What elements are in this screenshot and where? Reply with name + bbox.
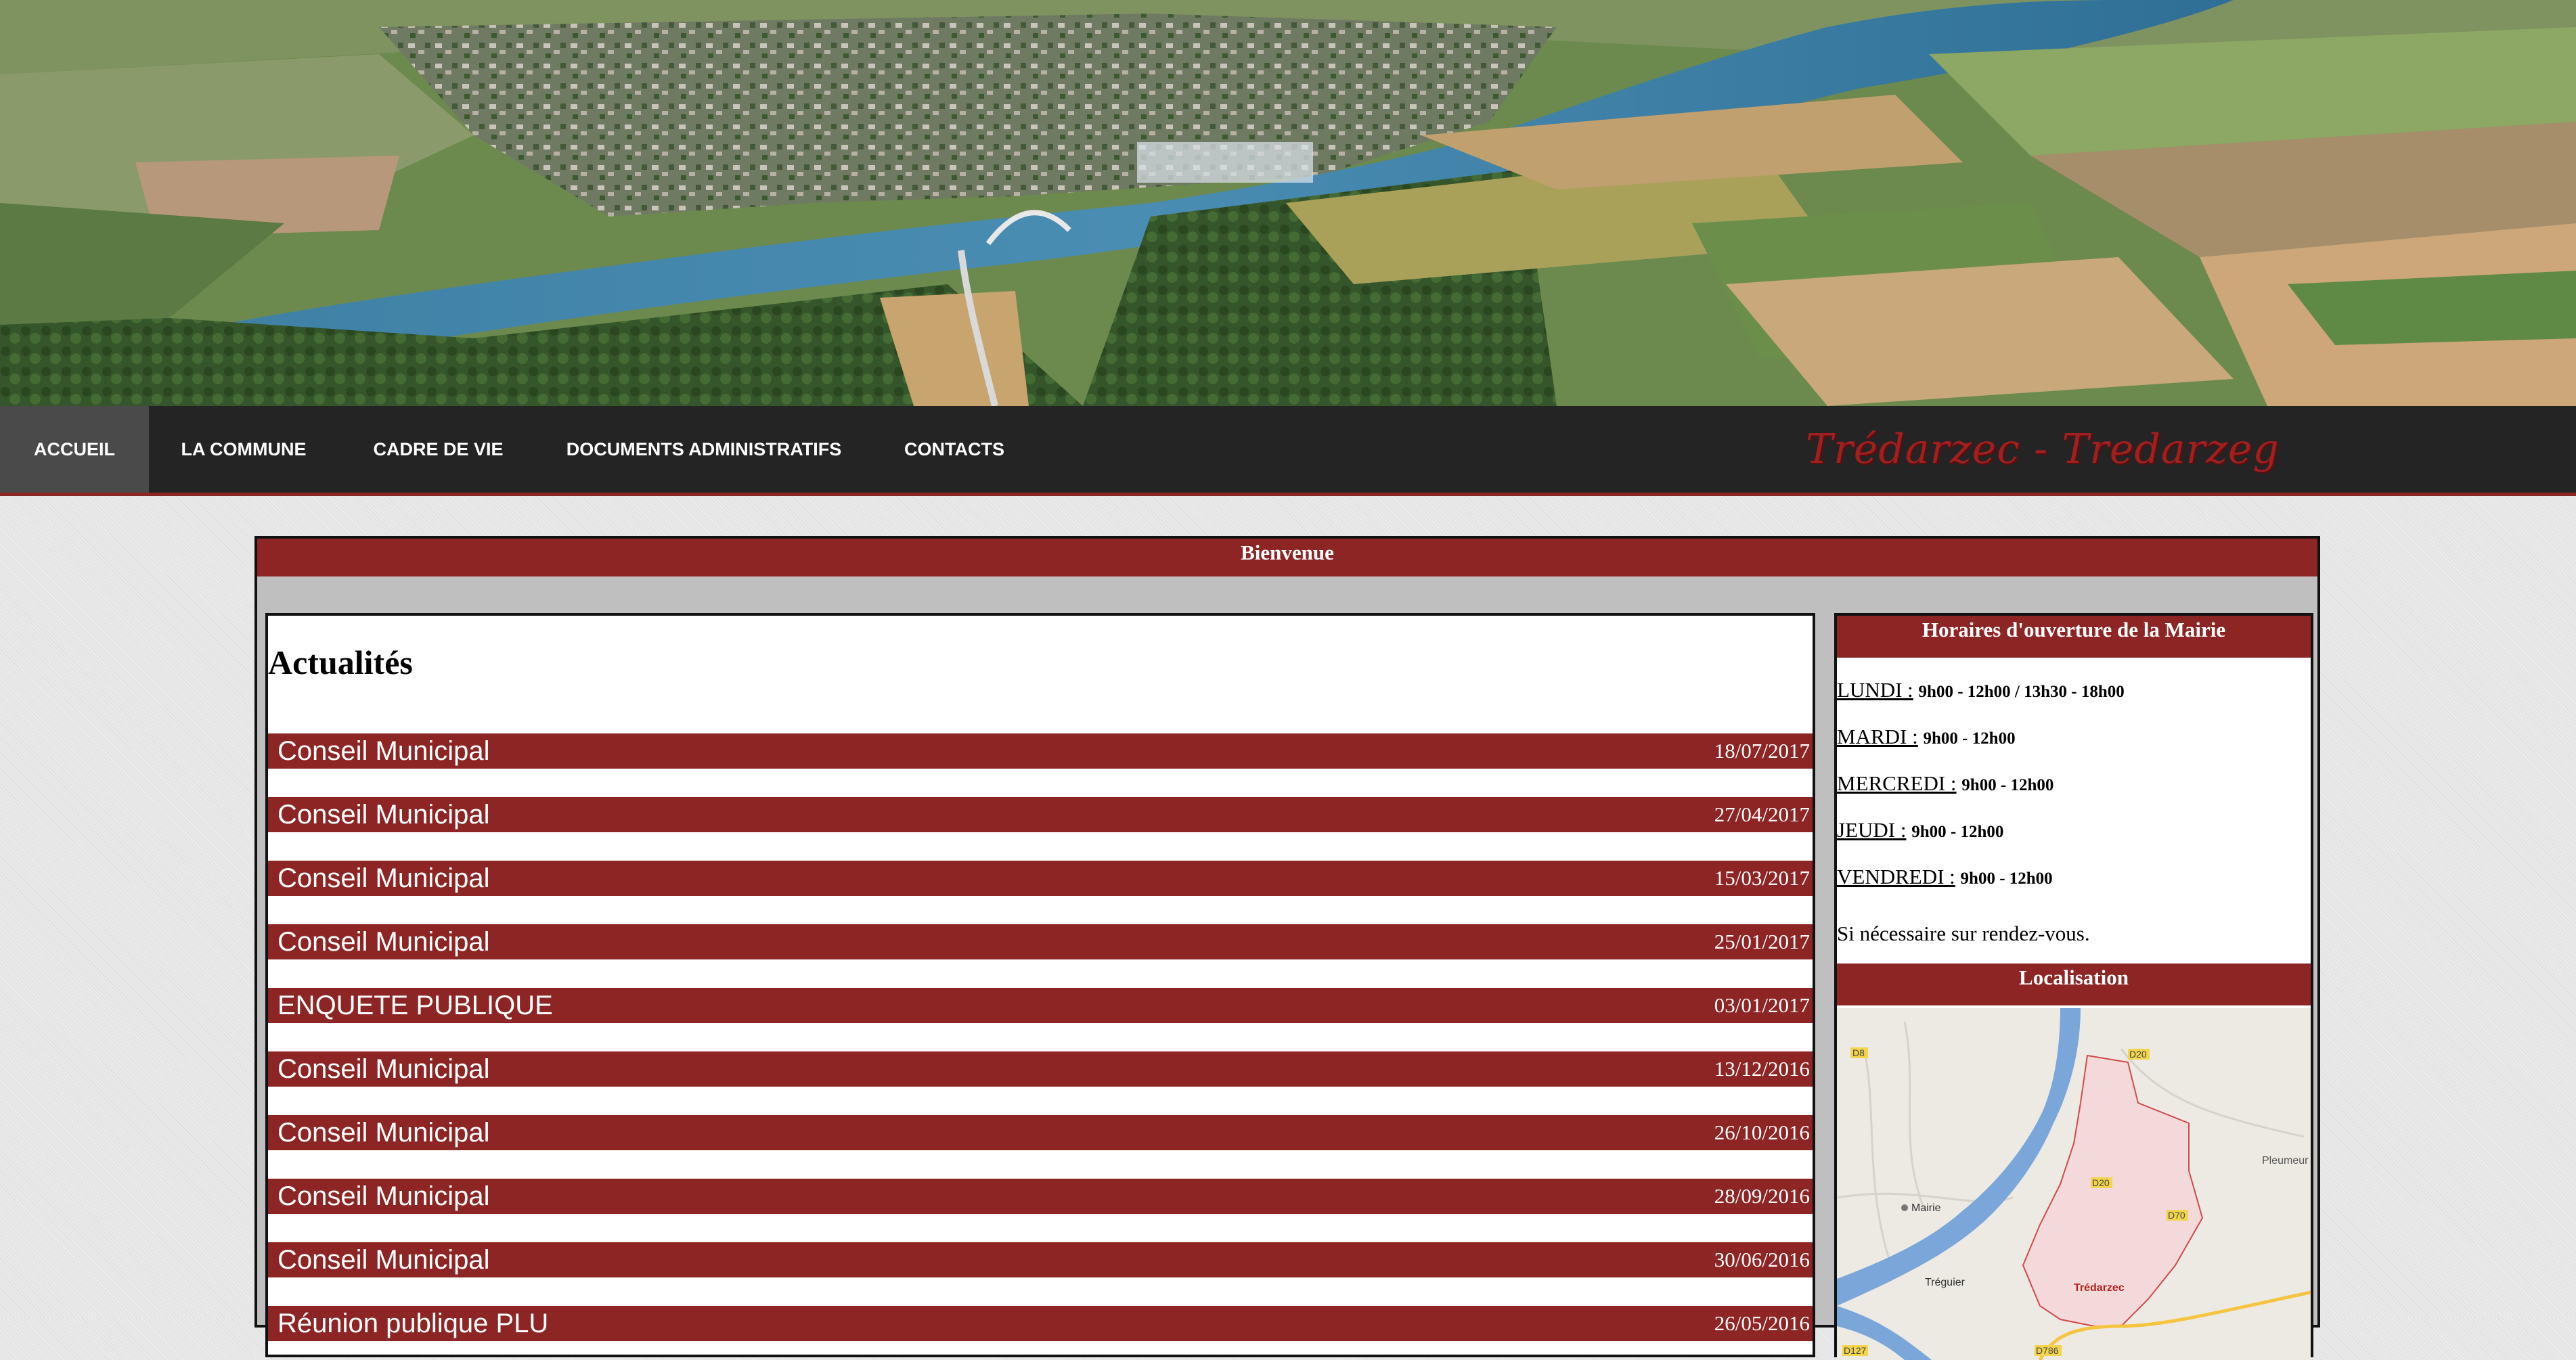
map-road-label: D20	[2092, 1177, 2110, 1188]
nav-item-cadre-de-vie[interactable]: CADRE DE VIE	[338, 406, 538, 493]
nav-item-documents-administratifs[interactable]: DOCUMENTS ADMINISTRATIFS	[538, 406, 870, 493]
news-item-date: 13/12/2016	[1714, 1057, 1810, 1081]
news-item-date: 18/07/2017	[1714, 739, 1810, 763]
news-section: Actualités Conseil Municipal 18/07/2017 …	[265, 613, 1815, 1357]
hours-value: 9h00 - 12h00	[1961, 776, 2054, 794]
hours-day: VENDREDI :	[1837, 865, 1955, 888]
news-item-title[interactable]: Conseil Municipal	[277, 1051, 489, 1087]
hours-value: 9h00 - 12h00	[1911, 823, 2004, 841]
news-item-title[interactable]: Conseil Municipal	[277, 1115, 489, 1150]
nav-item-accueil[interactable]: ACCUEIL	[0, 406, 149, 493]
hours-row: MERCREDI : 9h00 - 12h00	[1837, 771, 2053, 796]
news-item-title[interactable]: Conseil Municipal	[277, 1179, 489, 1214]
site-title: Trédarzec - Tredarzeg	[1806, 426, 2280, 473]
hours-value: 9h00 - 12h00	[1960, 869, 2053, 888]
news-item-title[interactable]: Conseil Municipal	[277, 924, 489, 959]
news-item-title[interactable]: ENQUETE PUBLIQUE	[277, 988, 553, 1023]
nav-item-contacts[interactable]: CONTACTS	[870, 406, 1039, 493]
hours-day: MARDI :	[1837, 725, 1918, 748]
hours-value: 9h00 - 12h00 / 13h30 - 18h00	[1918, 683, 2125, 701]
sidebar: Horaires d'ouverture de la Mairie LUNDI …	[1834, 613, 2313, 1360]
news-item-date: 30/06/2016	[1714, 1248, 1810, 1271]
news-item-title[interactable]: Conseil Municipal	[277, 733, 489, 769]
news-item[interactable]: Conseil Municipal 15/03/2017	[268, 861, 1813, 896]
map-label-mairie: Mairie	[1911, 1202, 1941, 1214]
news-item[interactable]: Conseil Municipal 28/09/2016	[268, 1179, 1813, 1214]
news-item[interactable]: Conseil Municipal 26/10/2016	[268, 1115, 1813, 1150]
hours-day: MERCREDI :	[1837, 771, 1957, 795]
news-item[interactable]: ENQUETE PUBLIQUE 03/01/2017	[268, 988, 1813, 1023]
news-item[interactable]: Conseil Municipal 13/12/2016	[268, 1051, 1813, 1087]
news-item[interactable]: Réunion publique PLU 26/05/2016	[268, 1306, 1813, 1341]
news-item-title[interactable]: Réunion publique PLU	[277, 1306, 548, 1341]
news-item[interactable]: Conseil Municipal 30/06/2016	[268, 1242, 1813, 1277]
hours-value: 9h00 - 12h00	[1923, 729, 2016, 748]
news-item-date: 27/04/2017	[1714, 802, 1810, 826]
location-map[interactable]: D8 D20 D20 D70 D786 D127 Mairie Tréguier	[1837, 1008, 2311, 1360]
welcome-panel: Bienvenue Actualités Conseil Municipal 1…	[254, 536, 2320, 1360]
map-road-label: D786	[2036, 1345, 2059, 1356]
hours-day: JEUDI :	[1837, 818, 1907, 842]
map-road-label: D70	[2168, 1210, 2185, 1221]
hours-row: MARDI : 9h00 - 12h00	[1837, 725, 2016, 749]
news-item-date: 25/01/2017	[1714, 930, 1810, 953]
header-banner-image	[0, 0, 2576, 406]
panel-title: Bienvenue	[257, 539, 2317, 576]
news-item[interactable]: Conseil Municipal 25/01/2017	[268, 924, 1813, 959]
map-label-pleumeur: Pleumeur	[2262, 1155, 2309, 1166]
news-item-date: 26/10/2016	[1714, 1120, 1810, 1144]
news-item-date: 03/01/2017	[1714, 993, 1810, 1017]
news-item-date: 26/05/2016	[1714, 1311, 1810, 1335]
map-road-label: D127	[1844, 1345, 1867, 1356]
map-road-label: D20	[2129, 1049, 2147, 1060]
news-item[interactable]: Conseil Municipal 18/07/2017	[268, 733, 1813, 769]
news-heading: Actualités	[268, 643, 413, 681]
hours-day: LUNDI :	[1837, 678, 1913, 702]
hours-row: LUNDI : 9h00 - 12h00 / 13h30 - 18h00	[1837, 678, 2125, 702]
hours-row: VENDREDI : 9h00 - 12h00	[1837, 865, 2053, 889]
news-item[interactable]: Conseil Municipal 27/04/2017	[268, 797, 1813, 832]
hours-row: JEUDI : 9h00 - 12h00	[1837, 818, 2003, 842]
map-label-tredarzec: Trédarzec	[2074, 1282, 2125, 1294]
mairie-marker-icon	[1901, 1204, 1908, 1211]
news-item-date: 28/09/2016	[1714, 1184, 1810, 1208]
news-item-title[interactable]: Conseil Municipal	[277, 797, 489, 832]
map-road-label: D8	[1852, 1047, 1865, 1058]
news-item-date: 15/03/2017	[1714, 866, 1810, 890]
location-title: Localisation	[1837, 964, 2311, 1005]
opening-hours-title: Horaires d'ouverture de la Mairie	[1837, 616, 2311, 658]
hours-note: Si nécessaire sur rendez-vous.	[1837, 922, 2090, 945]
news-item-title[interactable]: Conseil Municipal	[277, 861, 489, 896]
news-item-title[interactable]: Conseil Municipal	[277, 1242, 489, 1277]
map-label-treguier: Tréguier	[1925, 1277, 1966, 1288]
nav-item-la-commune[interactable]: LA COMMUNE	[149, 406, 338, 493]
main-navigation: ACCUEIL LA COMMUNE CADRE DE VIE DOCUMENT…	[0, 406, 2576, 496]
